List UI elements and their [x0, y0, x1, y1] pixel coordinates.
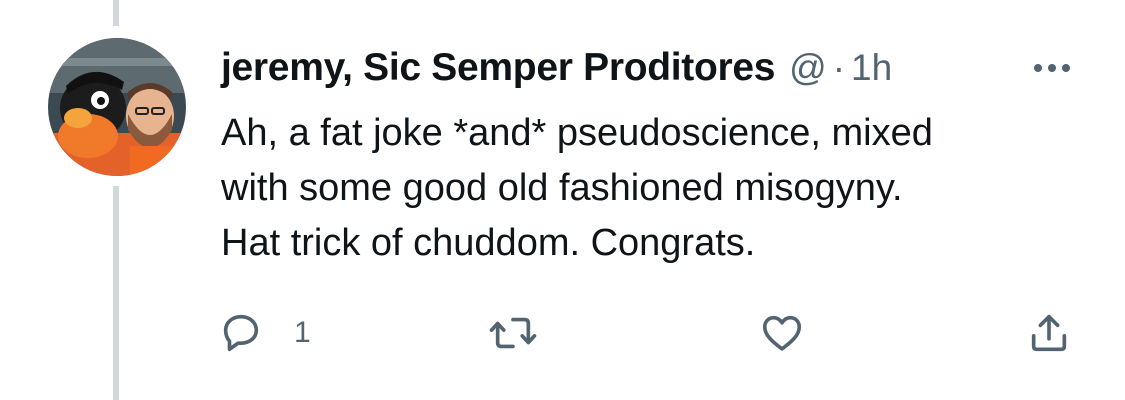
like-icon [759, 310, 805, 356]
reply-icon [218, 310, 264, 356]
more-options-button[interactable] [1022, 55, 1082, 81]
share-button[interactable] [1026, 308, 1072, 358]
more-dot [1062, 64, 1070, 72]
retweet-button[interactable] [488, 308, 538, 358]
more-dot [1034, 64, 1042, 72]
separator-dot: · [832, 47, 846, 88]
tweet-text: Ah, a fat joke *and* pseudoscience, mixe… [221, 112, 933, 264]
author-display-name[interactable]: jeremy, Sic Semper Proditores [221, 46, 775, 90]
author-handle[interactable]: @ [789, 47, 827, 89]
retweet-icon [488, 310, 538, 356]
reply-count: 1 [294, 316, 311, 349]
like-button[interactable] [759, 308, 805, 358]
thread-line-top [113, 0, 119, 26]
tweet-header: jeremy, Sic Semper Proditores @ · 1h [221, 40, 892, 96]
tweet-timestamp[interactable]: 1h [851, 47, 892, 89]
more-dot [1048, 64, 1056, 72]
avatar[interactable] [48, 38, 186, 176]
thread-line-bottom [113, 186, 119, 400]
reply-button[interactable]: 1 [218, 308, 311, 358]
share-icon [1026, 310, 1072, 356]
